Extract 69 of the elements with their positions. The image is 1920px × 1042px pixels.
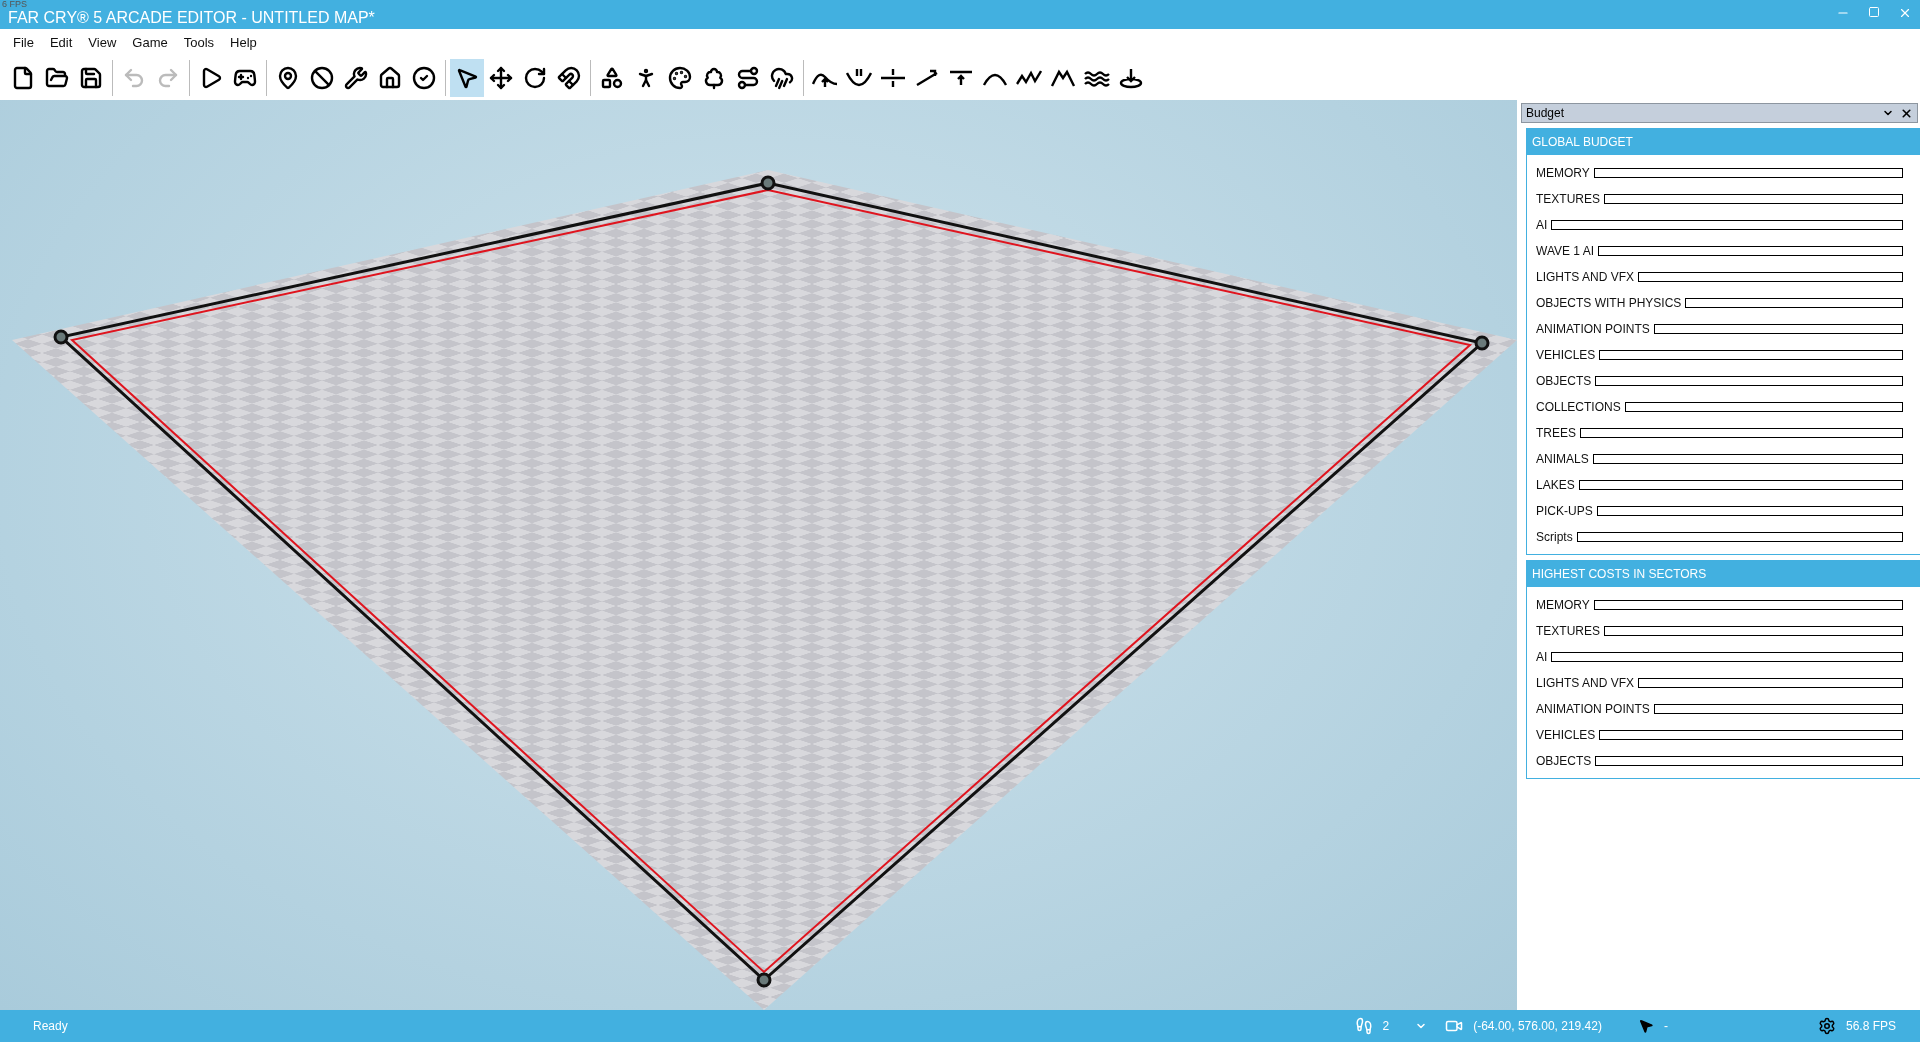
meter-label: ANIMATION POINTS — [1536, 322, 1650, 336]
prohibited-icon — [310, 66, 334, 90]
meter-label: VEHICLES — [1536, 728, 1596, 742]
window-title: FAR CRY® 5 ARCADE EDITOR - UNTITLED MAP* — [8, 10, 375, 25]
section-title: HIGHEST COSTS IN SECTORS — [1527, 561, 1920, 587]
menu-item[interactable]: Edit — [42, 33, 80, 52]
open-folder-icon — [45, 66, 69, 90]
cursor-position: - — [1663, 1019, 1668, 1033]
slope-icon — [914, 67, 940, 89]
select-pointer-icon — [455, 66, 479, 90]
weather-icon — [770, 66, 794, 90]
move-icon — [489, 66, 513, 90]
close-icon[interactable] — [1900, 106, 1913, 120]
palette-icon — [668, 66, 692, 90]
meter-label: PICK-UPS — [1536, 504, 1593, 518]
meter-label: LIGHTS AND VFX — [1536, 270, 1635, 284]
boundary-handle — [53, 329, 69, 345]
boundary-handle — [756, 972, 772, 988]
meter-label: LIGHTS AND VFX — [1536, 676, 1635, 690]
menu-item[interactable]: File — [6, 33, 41, 52]
fps-overlay: 6 FPS — [2, 0, 27, 9]
magnet-icon — [557, 66, 581, 90]
meter-label: MEMORY — [1536, 166, 1590, 180]
meter-label: ANIMATION POINTS — [1536, 702, 1650, 716]
boundary-handle — [760, 175, 776, 191]
player-count: 2 — [1382, 1019, 1390, 1033]
tree-icon — [702, 66, 726, 90]
cursor-icon — [1637, 1018, 1654, 1034]
road-icon — [736, 66, 760, 90]
menu-item[interactable]: Tools — [176, 33, 222, 52]
map-pin-icon — [276, 66, 300, 90]
meter-label: TEXTURES — [1536, 624, 1600, 638]
flatten-icon — [880, 67, 906, 89]
toolbar-button[interactable] — [450, 59, 484, 97]
camera-position: (-64.00, 576.00, 219.42) — [1473, 1019, 1602, 1033]
fps-counter: 56.8 FPS — [1845, 1019, 1896, 1033]
menu-item[interactable]: View — [81, 33, 124, 52]
meter-label: TREES — [1536, 426, 1576, 440]
redo-icon — [156, 66, 180, 90]
meter-label: AI — [1536, 218, 1548, 232]
shapes-icon — [600, 66, 624, 90]
section-title: GLOBAL BUDGET — [1527, 129, 1920, 155]
panel-title: Budget — [1526, 106, 1565, 120]
check-circle-icon — [412, 66, 436, 90]
status-text: Ready — [33, 1019, 68, 1033]
meter-label: Scripts — [1536, 530, 1573, 544]
wrench-icon — [344, 66, 368, 90]
meter-label: OBJECTS — [1536, 754, 1592, 768]
meter-label: ANIMALS — [1536, 452, 1589, 466]
house-icon — [378, 66, 402, 90]
save-icon — [79, 66, 103, 90]
meter-label: TEXTURES — [1536, 192, 1600, 206]
new-file-icon — [11, 66, 35, 90]
erode-icon — [1050, 67, 1076, 89]
rotate-icon — [523, 66, 547, 90]
menu-item[interactable]: Game — [125, 33, 175, 52]
meter-label: VEHICLES — [1536, 348, 1596, 362]
meter-label: COLLECTIONS — [1536, 400, 1621, 414]
meter-label: OBJECTS WITH PHYSICS — [1536, 296, 1682, 310]
undo-icon — [122, 66, 146, 90]
meter-label: OBJECTS — [1536, 374, 1592, 388]
menu-item[interactable]: Help — [223, 33, 264, 52]
meter-label: AI — [1536, 650, 1548, 664]
lower-terrain-icon — [846, 67, 872, 89]
boundary-handle — [1474, 335, 1490, 351]
meter-label: WAVE 1 AI — [1536, 244, 1595, 258]
meter-label: MEMORY — [1536, 598, 1590, 612]
drop-to-ground-icon — [1118, 67, 1144, 89]
meter-label: LAKES — [1536, 478, 1575, 492]
